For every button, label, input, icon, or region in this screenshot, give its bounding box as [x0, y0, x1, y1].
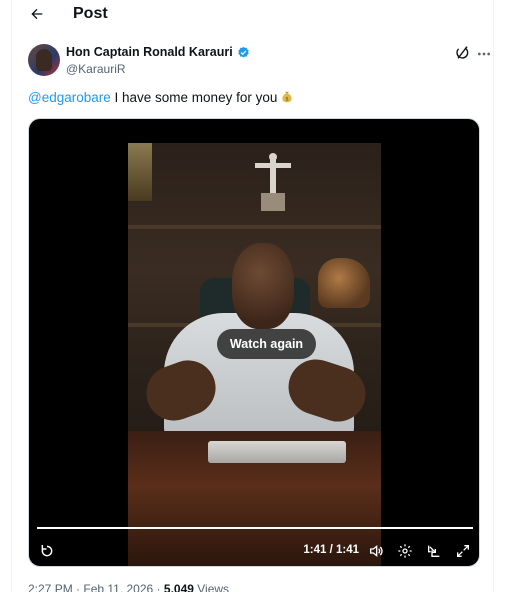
video-progress-bar[interactable]	[37, 527, 473, 529]
author-block: Hon Captain Ronald Karauri @KarauriR	[28, 44, 490, 78]
laptop	[208, 441, 346, 463]
author-handle[interactable]: @KarauriR	[66, 62, 126, 76]
replay-icon[interactable]	[39, 543, 55, 559]
person-head	[232, 243, 294, 329]
tweet-text: @edgarobare I have some money for you $	[28, 90, 294, 105]
video-controls: 1:41 / 1:41	[29, 539, 479, 563]
arrow-left-icon	[31, 8, 43, 20]
author-name-row: Hon Captain Ronald Karauri	[66, 45, 250, 59]
shelf	[128, 225, 381, 229]
avatar[interactable]	[28, 44, 60, 76]
lion-figurine	[318, 258, 370, 308]
video-progress-fill	[37, 527, 473, 529]
fullscreen-icon[interactable]	[455, 543, 471, 559]
video-player[interactable]: Watch again 1:41 / 1:41	[28, 118, 480, 567]
more-options-icon[interactable]	[476, 46, 492, 62]
author-name[interactable]: Hon Captain Ronald Karauri	[66, 45, 233, 59]
grok-icon[interactable]	[454, 45, 470, 61]
wall-frame	[128, 143, 152, 201]
page-title: Post	[73, 5, 108, 22]
mention-link[interactable]: @edgarobare	[28, 90, 111, 105]
post-time[interactable]: 2:27 PM	[28, 582, 73, 592]
post-column: Post Hon Captain Ronald Karauri @Karauri…	[11, 0, 494, 592]
svg-text:$: $	[286, 97, 289, 103]
views-count: 5,049	[163, 582, 194, 592]
separator: ·	[153, 582, 164, 592]
separator: ·	[72, 582, 84, 592]
post-meta: 2:27 PM · Feb 11, 2026 · 5,049 Views	[28, 582, 229, 592]
picture-in-picture-icon[interactable]	[426, 543, 442, 559]
settings-gear-icon[interactable]	[397, 543, 413, 559]
money-bag-icon: $	[282, 91, 293, 103]
video-time: 1:41 / 1:41	[303, 544, 359, 556]
views-label: Views	[193, 582, 230, 592]
statue-figure	[255, 153, 291, 211]
post-header: Post	[12, 0, 493, 30]
watch-again-button[interactable]: Watch again	[217, 329, 316, 359]
verified-badge-icon	[237, 46, 249, 58]
tweet-body: I have some money for you	[110, 90, 278, 105]
volume-icon[interactable]	[368, 543, 384, 559]
back-button[interactable]	[26, 3, 48, 25]
post-date[interactable]: Feb 11, 2026	[83, 582, 153, 592]
